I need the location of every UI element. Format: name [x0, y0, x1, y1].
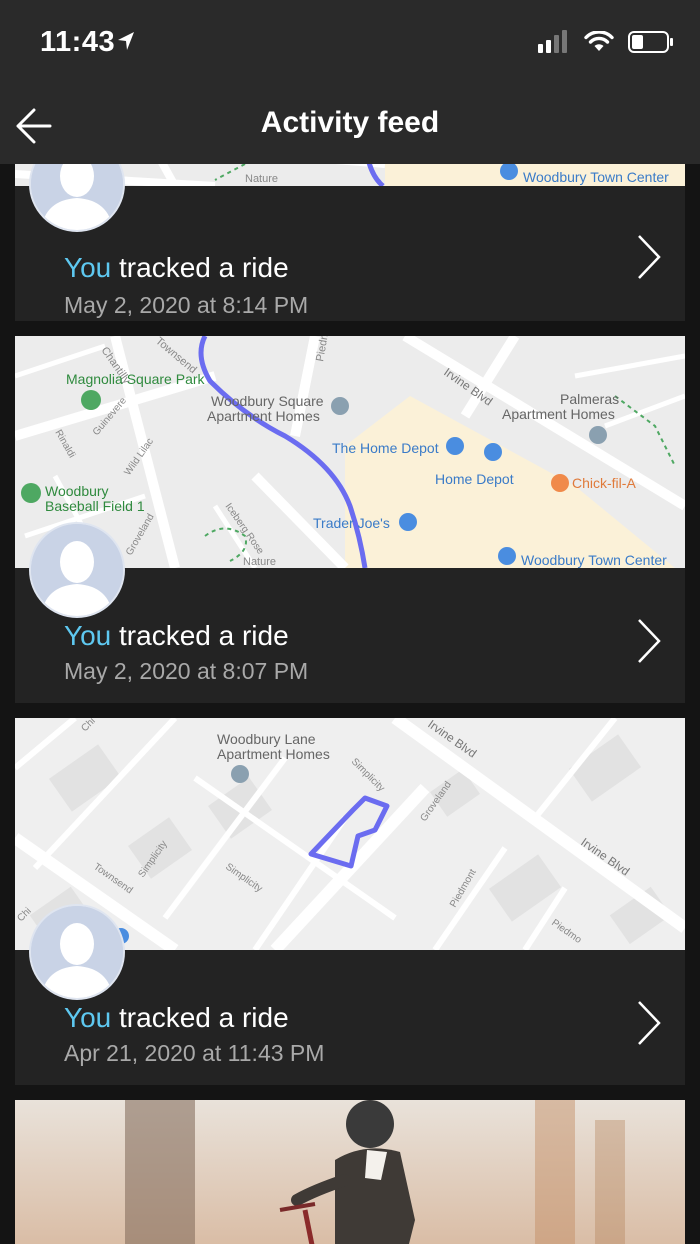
- activity-date: May 2, 2020 at 8:07 PM: [64, 658, 309, 684]
- map-label: Magnolia Square Park: [66, 371, 206, 387]
- activity-card[interactable]: [15, 1100, 685, 1244]
- avatar: [29, 904, 125, 1000]
- map-label: Woodbury Lane: [217, 731, 316, 747]
- activity-card[interactable]: Chi Woodbury Lane Apartment Homes Irvine…: [15, 718, 685, 1085]
- activity-text: You tracked a ride: [64, 620, 289, 652]
- map-label: Apartment Homes: [502, 406, 615, 422]
- actor-name[interactable]: You: [64, 620, 111, 651]
- map-label: Palmeras: [560, 391, 619, 407]
- status-bar: 11:43: [0, 0, 700, 88]
- map-label: Apartment Homes: [207, 408, 320, 424]
- page-title: Activity feed: [260, 106, 440, 139]
- map-label: Woodbury Town Center: [521, 552, 667, 568]
- map-label: Baseball Field 1: [45, 498, 145, 514]
- actor-name[interactable]: You: [64, 1002, 111, 1033]
- activity-feed[interactable]: Nature Woodbury Town Center You tracked …: [0, 164, 700, 1244]
- activity-date: Apr 21, 2020 at 11:43 PM: [64, 1040, 325, 1066]
- battery-icon: [628, 31, 673, 53]
- actor-name[interactable]: You: [64, 252, 111, 283]
- status-time: 11:43: [40, 26, 116, 58]
- map-label: The Home Depot: [332, 440, 439, 456]
- ride-photo: [15, 1100, 685, 1244]
- activity-date: May 2, 2020 at 8:14 PM: [64, 292, 309, 318]
- activity-text: You tracked a ride: [64, 1002, 289, 1034]
- activity-text: You tracked a ride: [64, 252, 289, 284]
- wifi-icon: [584, 31, 614, 51]
- map-label: Home Depot: [435, 471, 514, 487]
- route-map: Chi Woodbury Lane Apartment Homes Irvine…: [15, 718, 685, 950]
- avatar: [29, 164, 125, 232]
- map-label: Woodbury Square: [211, 393, 324, 409]
- route-map: Chantilly Townsend Piedmont Magnolia Squ…: [15, 336, 685, 568]
- activity-action: tracked a ride: [119, 620, 289, 651]
- map-label: Chick-fil-A: [572, 475, 636, 491]
- activity-action: tracked a ride: [119, 1002, 289, 1033]
- map-label: Woodbury Town Center: [523, 169, 669, 185]
- cellular-signal-icon: [538, 30, 567, 53]
- map-label: Nature: [243, 556, 276, 568]
- avatar: [29, 522, 125, 618]
- activity-card[interactable]: Chantilly Townsend Piedmont Magnolia Squ…: [15, 336, 685, 703]
- location-arrow-icon: [118, 32, 134, 50]
- map-label: Trader Joe's: [313, 515, 390, 531]
- activity-card[interactable]: Nature Woodbury Town Center You tracked …: [15, 164, 685, 321]
- navigation-bar: Activity feed: [0, 88, 700, 164]
- chevron-right-icon[interactable]: [633, 232, 665, 282]
- activity-action: tracked a ride: [119, 252, 289, 283]
- status-icons: [538, 30, 674, 54]
- map-label: Apartment Homes: [217, 746, 330, 762]
- map-label: Woodbury: [45, 483, 109, 499]
- chevron-right-icon[interactable]: [633, 998, 665, 1048]
- chevron-right-icon[interactable]: [633, 616, 665, 666]
- map-label: Nature: [245, 173, 278, 185]
